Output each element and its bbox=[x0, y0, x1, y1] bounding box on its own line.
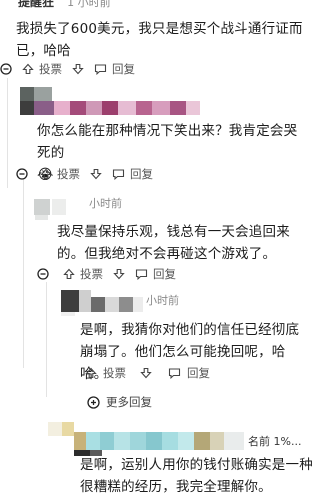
reply-icon[interactable] bbox=[94, 63, 107, 75]
upvote-icon[interactable] bbox=[22, 63, 34, 75]
reply-label[interactable]: 回复 bbox=[112, 61, 135, 77]
timestamp: 小时前 bbox=[89, 197, 122, 210]
reply-label[interactable]: 回复 bbox=[130, 166, 153, 182]
downvote-icon[interactable] bbox=[140, 367, 152, 379]
thread-line bbox=[23, 178, 24, 368]
comment-actions: 投票 回复 bbox=[0, 61, 135, 77]
reply-icon[interactable] bbox=[168, 367, 181, 379]
downvote-icon[interactable] bbox=[72, 63, 84, 75]
plus-circle-icon bbox=[87, 395, 100, 409]
thread-line bbox=[7, 78, 8, 188]
vote-label: 投票 bbox=[103, 366, 126, 380]
reply-icon[interactable] bbox=[112, 168, 125, 180]
vote-label: 投票 bbox=[57, 167, 80, 181]
reply-icon[interactable] bbox=[135, 268, 148, 280]
comment-text: 我尽量保持乐观，钱总有一天会追回来的。但我绝对不会再碰这个游戏了。 bbox=[57, 224, 290, 262]
vote-label: 投票 bbox=[39, 62, 62, 76]
upvote-icon[interactable] bbox=[63, 268, 75, 280]
upvote-icon[interactable] bbox=[85, 367, 97, 379]
comment-actions: 投票 回复 bbox=[37, 266, 176, 282]
downvote-icon[interactable] bbox=[113, 268, 125, 280]
comment-text: 是啊，运别人用你的钱付账确实是一种很糟糕的经历，我完全理解你。 bbox=[80, 457, 313, 495]
vote-label: 投票 bbox=[80, 267, 103, 281]
reply-label[interactable]: 回复 bbox=[153, 266, 176, 282]
more-replies-button[interactable]: 更多回复 bbox=[87, 394, 152, 410]
timestamp: 小时前 bbox=[146, 294, 179, 307]
collapse-icon[interactable] bbox=[37, 268, 49, 280]
rank-badge: 名前 1%... bbox=[248, 435, 302, 448]
thread-line bbox=[46, 282, 47, 397]
collapse-icon[interactable] bbox=[16, 168, 28, 180]
reply-label[interactable]: 回复 bbox=[187, 365, 210, 381]
comment-header: 提醒狂 1 小时前 bbox=[18, 0, 138, 9]
more-replies-label: 更多回复 bbox=[106, 395, 152, 409]
collapse-icon[interactable] bbox=[0, 63, 12, 75]
comment-actions: 投票 回复 bbox=[16, 166, 153, 182]
timestamp: 1 小时前 bbox=[67, 0, 111, 9]
upvote-icon[interactable] bbox=[40, 168, 52, 180]
username[interactable]: 提醒狂 bbox=[18, 0, 54, 9]
comment-actions: 投票 回复 bbox=[85, 365, 210, 381]
comment-text: 我损失了600美元，我只是想买个战斗通行证而已，哈哈 bbox=[16, 21, 303, 59]
downvote-icon[interactable] bbox=[90, 168, 102, 180]
